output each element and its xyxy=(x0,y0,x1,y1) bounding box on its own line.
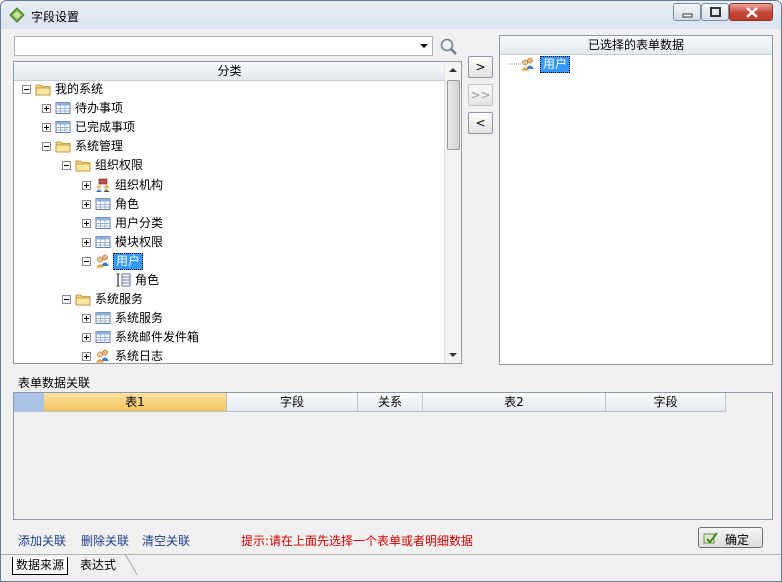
tree-item-label: 用户 xyxy=(113,253,144,270)
hint-text: 提示:请在上面先选择一个表单或者明细数据 xyxy=(241,534,474,548)
grid-col-table2[interactable]: 表2 xyxy=(423,393,606,412)
table-icon xyxy=(95,312,111,324)
selected-forms-panel: 已选择的表单数据 用户 xyxy=(499,35,773,365)
tree-item-label: 系统日志 xyxy=(115,349,164,363)
selected-item-label: 用户 xyxy=(540,56,571,73)
tab-data-source[interactable]: 数据来源 xyxy=(12,557,69,575)
grid-col-table1[interactable]: 表1 xyxy=(44,393,227,412)
collapse-icon[interactable] xyxy=(42,142,51,151)
folder-icon xyxy=(75,294,91,306)
tab-expression[interactable]: 表达式 xyxy=(77,557,119,574)
relations-section-label: 表单数据关联 xyxy=(18,376,91,390)
expand-icon[interactable] xyxy=(42,104,51,113)
search-combo[interactable] xyxy=(14,36,433,56)
category-tree-panel: 分类 我的系统 待办事项 已完成事项 系统管理 组织权限 组织机构 角色 用户分类 模块权限 用户… xyxy=(13,61,462,364)
title-bar[interactable]: 字段设置 xyxy=(1,1,781,29)
app-icon xyxy=(9,7,25,23)
scroll-up-icon[interactable] xyxy=(449,68,457,72)
tree-item-label: 系统邮件发件箱 xyxy=(115,330,200,344)
collapse-icon[interactable] xyxy=(22,85,31,94)
folder-icon xyxy=(55,141,71,153)
field-settings-window: 字段设置 分类 我的系统 待办事项 已完成事项 系统管理 组织权限 组织机构 角色 用户分类模… xyxy=(0,0,782,582)
expand-icon[interactable] xyxy=(82,238,91,247)
collapse-icon[interactable] xyxy=(62,161,71,170)
clear-relation-link[interactable]: 清空关联 xyxy=(142,532,190,549)
folder-icon xyxy=(35,84,51,96)
expand-icon[interactable] xyxy=(82,333,91,342)
add-relation-link[interactable]: 添加关联 xyxy=(18,532,66,549)
tree-item-label: 组织机构 xyxy=(115,178,164,192)
tree-scrollbar[interactable] xyxy=(444,62,461,363)
org-icon xyxy=(96,178,110,192)
expand-icon[interactable] xyxy=(42,123,51,132)
grid-col-relation[interactable]: 关系 xyxy=(358,393,423,412)
close-button[interactable] xyxy=(729,3,773,21)
users-icon xyxy=(96,349,109,363)
expand-icon[interactable] xyxy=(82,200,91,209)
remove-selected-button[interactable]: < xyxy=(468,112,493,134)
expand-icon[interactable] xyxy=(82,352,91,361)
tree-item-label: 已完成事项 xyxy=(75,120,136,134)
tab-divider xyxy=(125,555,138,575)
ok-button-label: 确定 xyxy=(725,533,750,547)
tree-item-label: 系统服务 xyxy=(95,292,144,306)
table-icon xyxy=(95,198,111,210)
folder-icon xyxy=(75,160,91,172)
expand-icon[interactable] xyxy=(82,219,91,228)
close-icon xyxy=(746,7,758,18)
scroll-down-icon[interactable] xyxy=(449,353,457,357)
relations-grid[interactable]: 表1 字段 关系 表2 字段 xyxy=(13,392,773,520)
expand-icon[interactable] xyxy=(82,181,91,190)
grid-corner-cell[interactable] xyxy=(14,393,45,412)
table-icon xyxy=(55,121,71,133)
tree-item-label: 系统服务 xyxy=(115,311,164,325)
tree-item-label: 用户分类 xyxy=(115,216,164,230)
tree-item-label: 我的系统 xyxy=(55,82,104,96)
table-icon xyxy=(55,102,71,114)
expand-icon[interactable] xyxy=(82,314,91,323)
ok-button[interactable]: 确定 xyxy=(698,527,763,548)
grid-col-field2[interactable]: 字段 xyxy=(606,393,726,412)
tree-item-label: 角色 xyxy=(135,273,160,287)
grid-col-field1[interactable]: 字段 xyxy=(227,393,358,412)
tree-item-label: 系统管理 xyxy=(75,139,124,153)
confirm-icon xyxy=(703,532,718,544)
maximize-button[interactable] xyxy=(701,3,729,21)
field-icon xyxy=(116,273,131,287)
minimize-icon xyxy=(682,13,693,18)
add-all-button[interactable]: >> xyxy=(468,84,493,106)
table-icon xyxy=(95,236,111,248)
users-icon xyxy=(96,254,109,268)
add-selected-button[interactable]: > xyxy=(468,56,493,78)
users-icon xyxy=(521,57,534,71)
minimize-button[interactable] xyxy=(673,3,701,21)
tree-item-label: 组织权限 xyxy=(95,158,144,172)
chevron-down-icon[interactable] xyxy=(420,44,428,48)
selected-forms-header: 已选择的表单数据 xyxy=(500,36,772,55)
window-title: 字段设置 xyxy=(31,10,80,24)
bottom-tab-strip: 数据来源 表达式 xyxy=(1,554,781,581)
delete-relation-link[interactable]: 删除关联 xyxy=(81,532,129,549)
table-icon xyxy=(95,331,111,343)
collapse-icon[interactable] xyxy=(82,257,91,266)
tree-item-label: 角色 xyxy=(115,197,140,211)
tree-item-label: 模块权限 xyxy=(115,235,164,249)
category-header: 分类 xyxy=(14,62,445,81)
tree-item-label: 待办事项 xyxy=(75,101,124,115)
search-icon[interactable] xyxy=(439,37,459,57)
table-icon xyxy=(95,217,111,229)
scroll-thumb[interactable] xyxy=(447,80,460,150)
collapse-icon[interactable] xyxy=(62,295,71,304)
maximize-icon xyxy=(710,7,721,17)
